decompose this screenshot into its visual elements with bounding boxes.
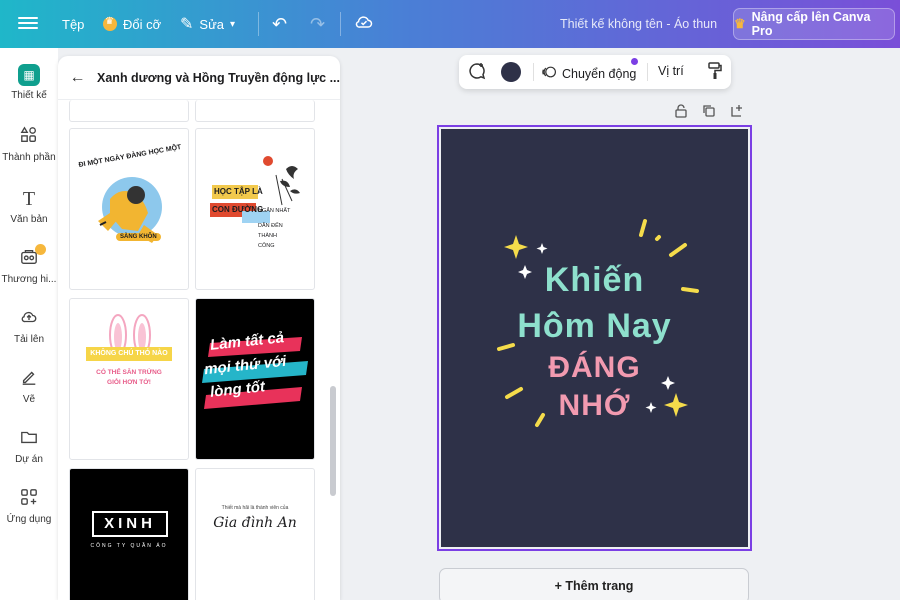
template-text: HỌC TẬP LÀ	[214, 187, 263, 196]
template-thumbnail[interactable]	[195, 100, 315, 122]
headline-line-4[interactable]: NHỚ	[441, 389, 748, 423]
template-text: CON ĐƯỜNG	[212, 205, 264, 214]
crown-icon	[103, 16, 117, 31]
headline-line-2[interactable]: Hôm Nay	[441, 307, 748, 346]
template-astronaut[interactable]: ĐI MỘT NGÀY ĐÀNG HỌC MỘT SÀNG KHÔN	[69, 128, 189, 290]
rail-item-apps[interactable]: Ứng dụng	[0, 488, 58, 525]
upgrade-button[interactable]: ♛ Nâng cấp lên Canva Pro	[733, 8, 895, 40]
template-text: GIỎI HƠN TỚ!	[107, 379, 151, 386]
headline-line-1[interactable]: Khiến	[441, 261, 748, 300]
folder-icon	[18, 428, 40, 450]
rail-item-label: Dự án	[15, 454, 43, 465]
rail-item-design[interactable]: ▦ Thiết kế	[0, 64, 58, 101]
design-icon: ▦	[18, 64, 40, 86]
pencil-icon: ✎	[180, 16, 194, 33]
rail-item-label: Tải lên	[13, 334, 44, 345]
template-thumbnail[interactable]	[69, 100, 189, 122]
divider	[258, 12, 259, 36]
divider	[533, 63, 534, 81]
menu-icon[interactable]	[18, 14, 38, 34]
template-study[interactable]: HỌC TẬP LÀ CON ĐƯỜNG NGẮN NHẤT DẪN ĐẾN T…	[195, 128, 315, 290]
page-background: Khiến Hôm Nay ĐÁNG NHỚ	[441, 129, 748, 547]
template-text: KHÔNG CHÚ THỎ NÀO	[86, 347, 172, 361]
comment-add-icon[interactable]	[467, 61, 487, 86]
template-text: Gia đình An	[213, 515, 297, 531]
template-text: DẪN ĐẾN	[258, 223, 283, 229]
templates-panel: ← Xanh dương và Hồng Truyền động lực ...…	[58, 56, 340, 600]
scrollbar-thumb[interactable]	[330, 386, 336, 496]
template-text: Thiết mà hãi là thành viên của	[221, 505, 289, 511]
elements-icon	[18, 126, 40, 148]
divider	[647, 63, 648, 81]
panel-title: Xanh dương và Hồng Truyền động lực ...	[97, 70, 340, 85]
new-feature-dot	[631, 58, 638, 65]
left-rail: ▦ Thiết kế Thành phần T Văn bản Thương h…	[0, 48, 58, 600]
edit-menu-button[interactable]: ✎ Sửa ▾	[180, 0, 235, 48]
upload-icon	[18, 308, 40, 330]
animate-label: Chuyển động	[562, 66, 637, 81]
undo-icon[interactable]: ↶	[272, 14, 287, 35]
rail-item-elements[interactable]: Thành phần	[0, 126, 58, 163]
file-menu-label: Tệp	[62, 16, 85, 32]
cloud-save-icon[interactable]	[354, 12, 374, 37]
rail-item-label: Thành phần	[2, 152, 56, 163]
add-page-button[interactable]: + Thêm trang	[439, 568, 749, 600]
add-page-icon[interactable]	[730, 104, 744, 121]
sparkle-icon	[504, 235, 528, 259]
panel-scrollbar[interactable]	[330, 100, 336, 600]
design-page[interactable]: Khiến Hôm Nay ĐÁNG NHỚ	[437, 125, 752, 551]
headline-line-3[interactable]: ĐÁNG	[441, 351, 748, 385]
upgrade-label: Nâng cấp lên Canva Pro	[751, 10, 871, 38]
text-color-swatch[interactable]	[501, 62, 521, 82]
duplicate-page-icon[interactable]	[702, 104, 716, 121]
template-text: CÔNG	[258, 243, 275, 249]
file-menu-button[interactable]: Tệp	[62, 0, 84, 48]
rail-item-label: Vẽ	[22, 394, 36, 405]
edit-label: Sửa	[199, 16, 225, 32]
rail-item-label: Ứng dụng	[6, 514, 52, 525]
template-text: SÀNG KHÔN	[116, 233, 161, 241]
resize-label: Đổi cỡ	[123, 16, 162, 32]
template-bunny[interactable]: KHÔNG CHÚ THỎ NÀO CÓ THỂ SĂN TRỨNG GIỎI …	[69, 298, 189, 460]
rail-item-draw[interactable]: Vẽ	[0, 368, 58, 405]
rail-item-label: Thương hi...	[1, 274, 57, 285]
lock-icon[interactable]	[674, 104, 688, 121]
rail-item-brand[interactable]: Thương hi...	[0, 244, 58, 285]
rail-item-upload[interactable]: Tải lên	[0, 308, 58, 345]
position-button[interactable]: Vị trí	[658, 64, 684, 78]
text-icon: T	[22, 188, 36, 210]
crown-icon: ♛	[734, 16, 746, 31]
divider	[340, 12, 341, 36]
template-text: XINH	[92, 511, 168, 537]
animate-icon	[541, 64, 557, 83]
document-title[interactable]: Thiết kế không tên - Áo thun	[560, 17, 717, 31]
sparkle-icon	[536, 243, 548, 254]
template-text: NGẮN NHẤT	[258, 208, 291, 214]
back-arrow-icon[interactable]: ←	[58, 69, 97, 87]
panel-header: ← Xanh dương và Hồng Truyền động lực ...	[58, 56, 340, 100]
apps-icon	[18, 488, 40, 510]
template-family[interactable]: Thiết mà hãi là thành viên của Gia đình …	[195, 468, 315, 600]
resize-button[interactable]: Đổi cỡ	[103, 0, 161, 48]
template-xinh[interactable]: XINH CÔNG TY QUẦN ÁO	[69, 468, 189, 600]
rail-item-label: Văn bản	[10, 214, 48, 225]
animate-button[interactable]: Chuyển động	[541, 64, 636, 83]
draw-icon	[18, 368, 40, 390]
rail-item-label: Thiết kế	[11, 90, 47, 101]
crown-badge-icon	[35, 244, 46, 255]
rail-item-text[interactable]: T Văn bản	[0, 188, 58, 225]
redo-icon[interactable]: ↷	[310, 14, 325, 35]
paint-roller-icon[interactable]	[707, 61, 723, 86]
template-text: THÀNH	[258, 233, 277, 239]
chevron-down-icon: ▾	[230, 18, 236, 30]
template-kindness[interactable]: Làm tất cả mọi thứ với lòng tốt	[195, 298, 315, 460]
rail-item-projects[interactable]: Dự án	[0, 428, 58, 465]
context-toolbar: Chuyển động Vị trí	[459, 55, 731, 89]
template-text: CÓ THỂ SĂN TRỨNG	[96, 369, 162, 376]
template-text: CÔNG TY QUẦN ÁO	[90, 543, 168, 549]
top-bar: Tệp Đổi cỡ ✎ Sửa ▾ ↶ ↷ Thiết kế không tê…	[0, 0, 900, 48]
